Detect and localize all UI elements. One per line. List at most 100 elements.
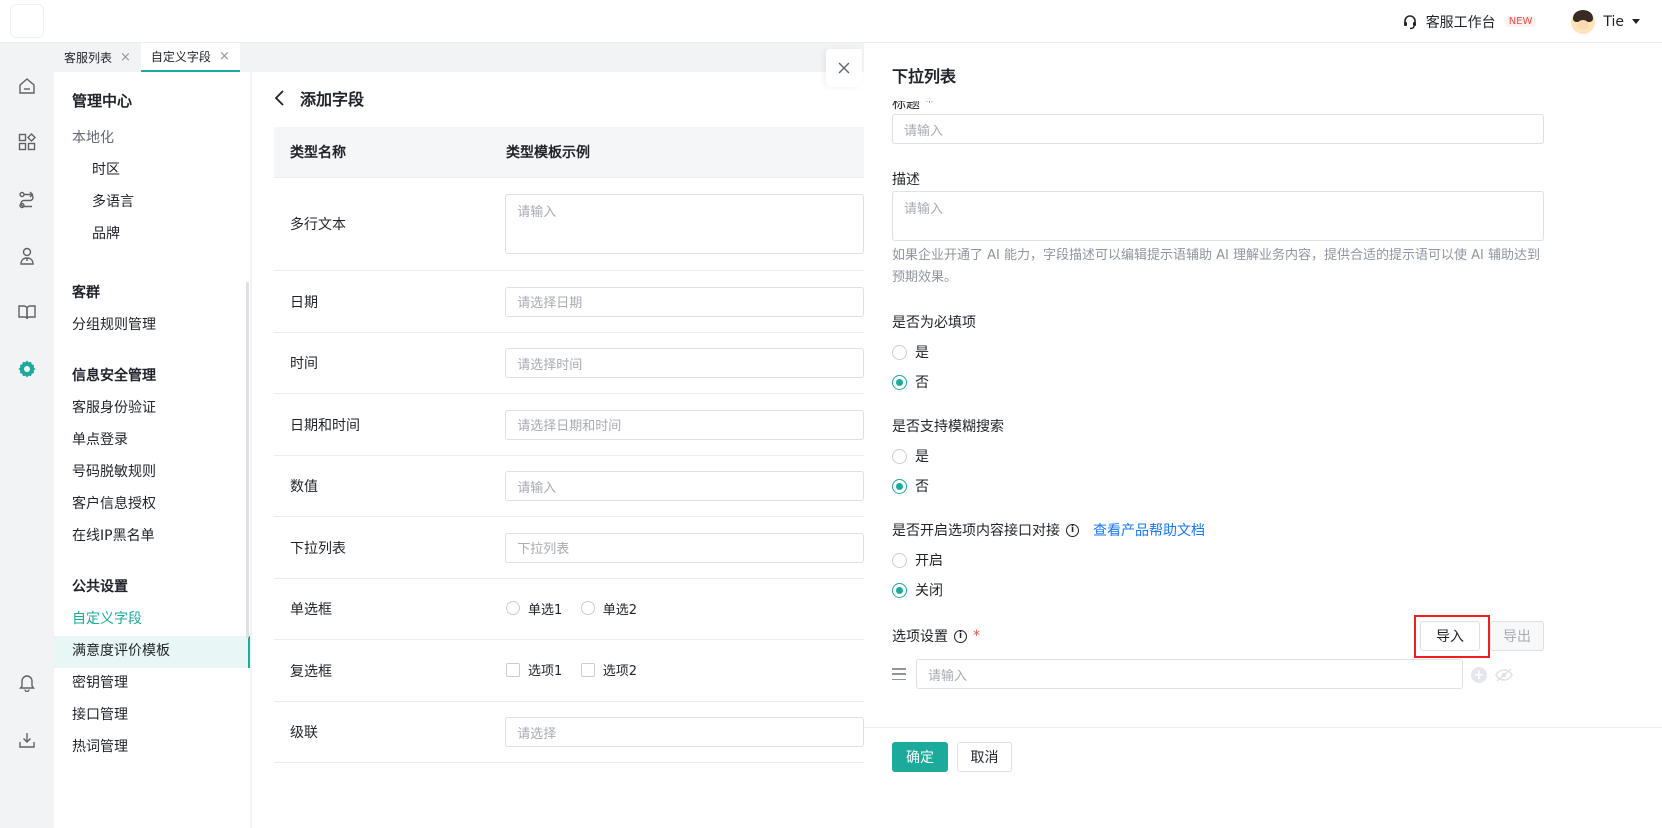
row-type-name: 多行文本 xyxy=(290,217,346,233)
page-tabs: 客服列表 × 自定义字段 × xyxy=(54,43,240,72)
hide-eye-icon[interactable] xyxy=(1495,668,1513,682)
option-input[interactable]: 请输入 xyxy=(916,659,1463,689)
checkbox-label: 选项2 xyxy=(602,664,638,680)
agent-icon[interactable] xyxy=(17,246,37,266)
table-row[interactable]: 单选框 单选1 单选2 xyxy=(274,579,864,640)
sidebar-item-keys[interactable]: 密钥管理 xyxy=(72,672,128,692)
headset-icon xyxy=(1403,14,1416,29)
fuzzy-yes-option[interactable]: 是 xyxy=(892,446,929,466)
table-row[interactable]: 日期和时间 请选择日期和时间 xyxy=(274,394,864,456)
title-input[interactable]: 请输入 xyxy=(892,114,1544,144)
fuzzy-no-option[interactable]: 否 xyxy=(892,476,929,496)
radio-button xyxy=(892,552,907,568)
drawer-close-button[interactable] xyxy=(826,49,862,87)
table-row[interactable]: 级联 请选择 xyxy=(274,702,864,763)
api-on-option[interactable]: 开启 xyxy=(892,550,943,570)
export-button[interactable]: 导出 xyxy=(1490,621,1544,651)
sidebar-item-masking[interactable]: 号码脱敏规则 xyxy=(72,461,156,481)
tab-agent-list[interactable]: 客服列表 × xyxy=(54,43,141,72)
sidebar: 管理中心 本地化 时区 多语言 品牌 客群 分组规则管理 信息安全管理 客服身份… xyxy=(54,72,250,828)
nav-rail xyxy=(0,43,54,828)
table-row[interactable]: 时间 请选择时间 xyxy=(274,333,864,394)
example-date-input: 请选择日期 xyxy=(505,286,864,317)
sidebar-item-brand[interactable]: 品牌 xyxy=(92,223,120,243)
radio-button-selected xyxy=(892,374,907,390)
sidebar-title: 管理中心 xyxy=(72,92,133,110)
page-header: 添加字段 xyxy=(274,86,364,110)
example-dropdown: 下拉列表 xyxy=(505,532,864,563)
sidebar-item-multilang[interactable]: 多语言 xyxy=(92,191,134,211)
sidebar-item-blacklist[interactable]: 在线IP黑名单 xyxy=(72,525,155,545)
user-menu[interactable]: Tie xyxy=(1571,9,1640,34)
description-textarea[interactable]: 请输入 xyxy=(892,191,1544,241)
radio-button xyxy=(892,344,907,360)
app-logo[interactable] xyxy=(10,4,44,38)
required-yes-option[interactable]: 是 xyxy=(892,342,929,362)
avatar xyxy=(1571,9,1596,34)
bell-icon[interactable] xyxy=(17,672,37,693)
options-settings-label: 选项设置 i * xyxy=(892,628,980,645)
sidebar-item-group-rules[interactable]: 分组规则管理 xyxy=(72,314,156,334)
sidebar-item-localization[interactable]: 本地化 xyxy=(72,127,114,147)
sidebar-item-satisfaction[interactable]: 满意度评价模板 xyxy=(72,640,170,660)
sidebar-item-auth[interactable]: 客户信息授权 xyxy=(72,493,156,513)
settings-icon[interactable] xyxy=(17,359,37,379)
table-row[interactable]: 多行文本 请输入 xyxy=(274,178,864,271)
chevron-down-icon xyxy=(1632,19,1640,24)
example-datetime-input: 请选择日期和时间 xyxy=(505,409,864,440)
home-icon[interactable] xyxy=(17,76,37,96)
api-off-option[interactable]: 关闭 xyxy=(892,580,943,600)
row-type-name: 单选框 xyxy=(290,602,332,618)
apps-icon[interactable] xyxy=(17,132,37,152)
example-textarea: 请输入 xyxy=(505,194,864,254)
required-no-option[interactable]: 否 xyxy=(892,372,929,392)
sidebar-scrollbar[interactable] xyxy=(246,282,249,638)
info-icon[interactable]: i xyxy=(954,629,967,643)
confirm-button[interactable]: 确定 xyxy=(892,742,948,772)
drawer-footer: 确定 取消 xyxy=(864,727,1662,828)
sidebar-item-sso[interactable]: 单点登录 xyxy=(72,429,128,449)
user-name: Tie xyxy=(1603,13,1624,30)
drag-handle-icon[interactable] xyxy=(892,668,906,680)
route-icon[interactable] xyxy=(17,190,37,210)
table-row[interactable]: 下拉列表 下拉列表 xyxy=(274,517,864,579)
add-option-icon[interactable]: + xyxy=(1471,667,1487,683)
workbench-label: 客服工作台 xyxy=(1425,14,1496,31)
field-config-drawer: 下拉列表 标题 * 请输入 描述 请输入 如果企业开通了 AI 能力，字段描述可以… xyxy=(864,43,1662,828)
table-row[interactable]: 复选框 选项1 选项2 xyxy=(274,640,864,702)
field-type-table: 类型名称 类型模板示例 多行文本 请输入 日期 请选择日期 时间 请选择时间 日… xyxy=(274,127,864,763)
download-icon[interactable] xyxy=(17,730,37,750)
table-header: 类型名称 类型模板示例 xyxy=(274,127,864,178)
main-panel: 添加字段 类型名称 类型模板示例 多行文本 请输入 日期 请选择日期 时间 请选… xyxy=(252,72,864,828)
table-row[interactable]: 数值 请输入 xyxy=(274,456,864,517)
example-number-input: 请输入 xyxy=(505,471,864,501)
sidebar-item-timezone[interactable]: 时区 xyxy=(92,159,120,179)
help-doc-link[interactable]: 查看产品帮助文档 xyxy=(1093,520,1205,540)
info-icon[interactable]: i xyxy=(1066,523,1079,537)
required-label: 是否为必填项 xyxy=(892,315,976,331)
radio-label: 单选1 xyxy=(528,602,563,618)
import-button[interactable]: 导入 xyxy=(1420,621,1480,651)
cancel-button[interactable]: 取消 xyxy=(957,742,1012,772)
table-row[interactable]: 日期 请选择日期 xyxy=(274,271,864,333)
row-type-name: 时间 xyxy=(290,356,318,372)
sidebar-item-custom-fields[interactable]: 自定义字段 xyxy=(72,608,142,628)
top-bar: 客服工作台 NEW Tie xyxy=(0,0,1662,43)
close-icon xyxy=(838,62,850,74)
book-icon[interactable] xyxy=(17,302,37,322)
sidebar-group-public: 公共设置 xyxy=(72,579,128,595)
close-icon[interactable]: × xyxy=(219,49,230,64)
sidebar-item-api[interactable]: 接口管理 xyxy=(72,704,128,724)
field-title-label: 标题 * xyxy=(892,95,933,112)
checkbox xyxy=(506,662,520,677)
row-type-name: 级联 xyxy=(290,725,318,741)
tab-custom-fields[interactable]: 自定义字段 × xyxy=(140,43,240,72)
close-icon[interactable]: × xyxy=(120,50,131,65)
sidebar-item-hotwords[interactable]: 热词管理 xyxy=(72,736,128,756)
workbench-link[interactable]: 客服工作台 NEW xyxy=(1402,12,1536,32)
sidebar-item-identity[interactable]: 客服身份验证 xyxy=(72,397,156,417)
back-arrow-icon[interactable] xyxy=(274,90,286,106)
row-type-name: 数值 xyxy=(290,479,318,495)
radio-button-selected xyxy=(892,478,907,494)
drawer-title: 下拉列表 xyxy=(892,67,957,86)
